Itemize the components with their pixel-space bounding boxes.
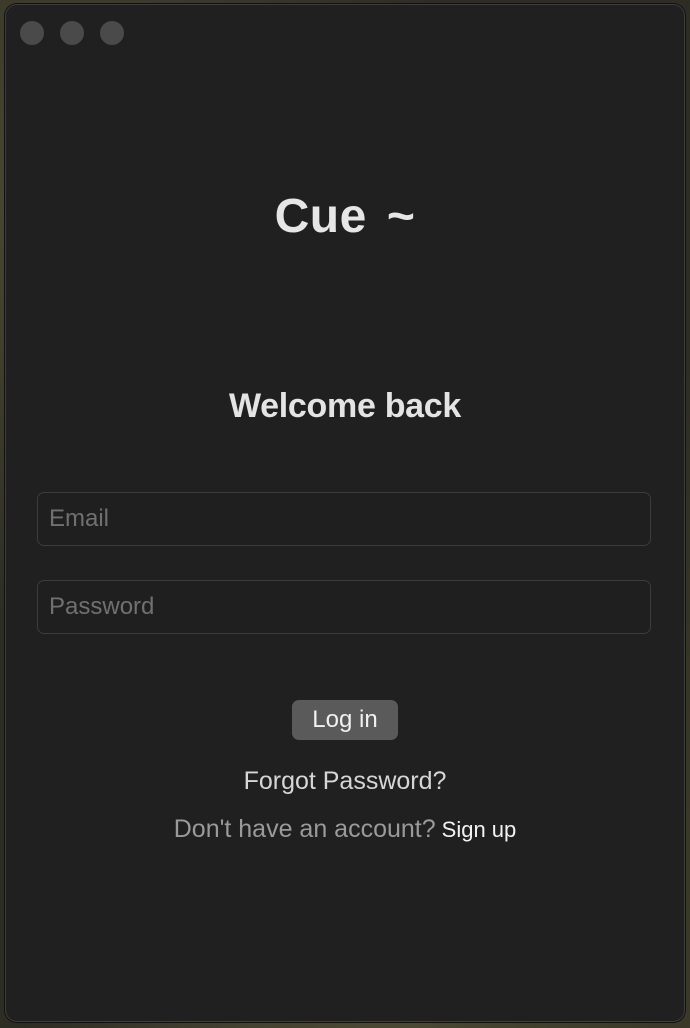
window-minimize-button[interactable] <box>60 21 84 45</box>
window-close-button[interactable] <box>20 21 44 45</box>
signup-row: Don't have an account? Sign up <box>6 815 684 844</box>
wave-icon: ~ <box>386 190 416 243</box>
window-zoom-button[interactable] <box>100 21 124 45</box>
signup-prompt: Don't have an account? <box>173 815 436 843</box>
password-field[interactable] <box>37 580 651 634</box>
email-field[interactable] <box>37 492 651 546</box>
page-title: Welcome back <box>229 387 461 425</box>
app-logo: Cue ~ <box>6 189 684 244</box>
signup-link[interactable]: Sign up <box>442 817 517 842</box>
login-button[interactable]: Log in <box>292 700 398 740</box>
logo-text: Cue <box>274 190 367 243</box>
window-controls <box>20 21 124 45</box>
app-window: Cue ~ Welcome back Log in Forgot Password… <box>5 4 685 1022</box>
forgot-password-link[interactable]: Forgot Password? <box>6 767 684 796</box>
